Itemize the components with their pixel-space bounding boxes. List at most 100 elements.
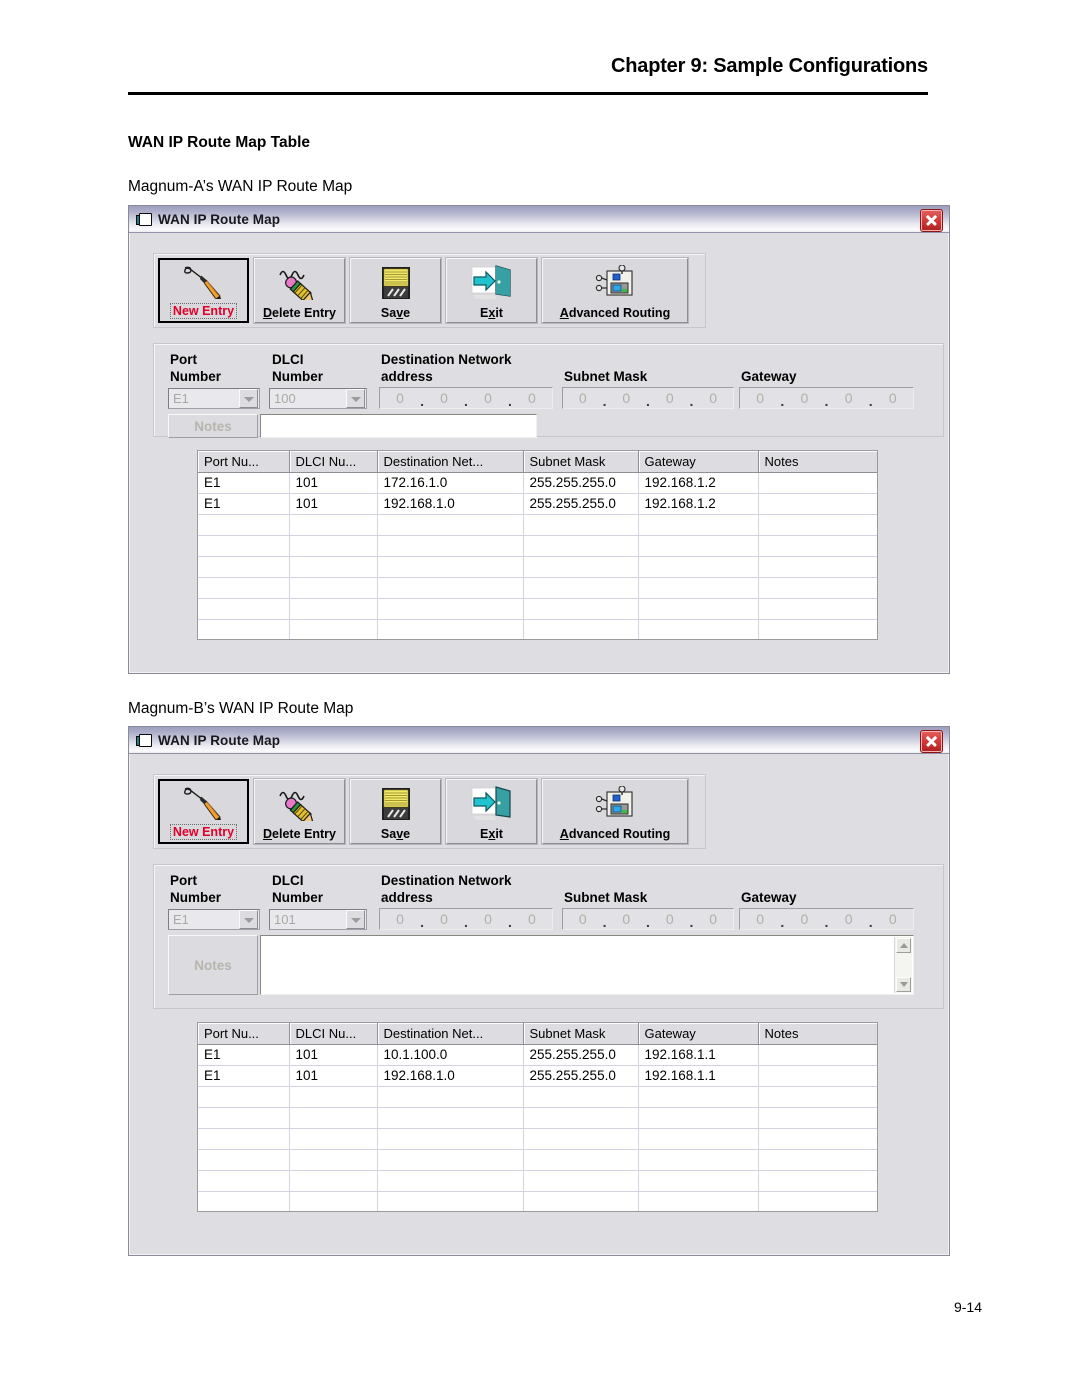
notes-label-a: Notes <box>168 414 258 438</box>
notes-textarea-b[interactable] <box>260 935 914 995</box>
destination-network-input-a[interactable]: 0. 0. 0. 0 <box>379 387 553 409</box>
delete-entry-button-b[interactable]: Delete Entry <box>254 779 345 844</box>
chevron-down-icon[interactable] <box>346 389 365 408</box>
header-divider <box>128 92 928 95</box>
new-entry-button-b[interactable]: New Entry <box>158 779 249 844</box>
scroll-down-icon[interactable] <box>896 977 911 992</box>
advanced-routing-button-b[interactable]: Advanced Routing <box>542 779 688 844</box>
notes-scrollbar-b[interactable] <box>894 937 912 993</box>
table-row-empty[interactable] <box>198 1191 877 1211</box>
notes-input-a[interactable] <box>260 414 537 438</box>
cell-dlci: 101 <box>289 1044 378 1066</box>
entry-form-group-b: Port Number DLCI Number Destination Networ… <box>153 864 944 1009</box>
cell-dlci <box>289 1191 378 1211</box>
scroll-up-icon[interactable] <box>896 938 911 953</box>
cell-notes <box>758 1107 877 1129</box>
cell-gateway <box>638 1170 759 1192</box>
table-row-empty[interactable] <box>198 619 877 639</box>
toolbar-b: New Entry Delete Entry Save Exit Advance… <box>154 775 705 848</box>
col-subnet-mask[interactable]: Subnet Mask <box>523 451 639 473</box>
table-row-empty[interactable] <box>198 556 877 578</box>
col-subnet-mask[interactable]: Subnet Mask <box>523 1023 639 1045</box>
floppy-disk-save-icon <box>351 780 440 827</box>
col-gateway[interactable]: Gateway <box>638 451 759 473</box>
save-button-a[interactable]: Save <box>350 258 441 323</box>
cell-destination: 10.1.100.0 <box>377 1044 524 1066</box>
table-row[interactable]: E1 101 192.168.1.0 255.255.255.0 192.168.1.2 <box>198 493 877 515</box>
cell-gateway <box>638 1086 759 1108</box>
subnet-mask-input-b[interactable]: 0. 0. 0. 0 <box>562 908 734 930</box>
route-grid-b[interactable]: Port Nu... DLCI Nu... Destination Net...… <box>197 1022 878 1212</box>
table-row-empty[interactable] <box>198 1149 877 1171</box>
grid-body-b: E1 101 10.1.100.0 255.255.255.0 192.168.1.1 E… <box>198 1044 877 1211</box>
cell-subnet <box>523 577 639 599</box>
cell-destination: 192.168.1.0 <box>377 493 524 515</box>
close-icon[interactable] <box>920 730 943 753</box>
chevron-down-icon[interactable] <box>239 389 258 408</box>
table-row-empty[interactable] <box>198 598 877 620</box>
caption-magnum-a: Magnum-A’s WAN IP Route Map <box>128 178 353 195</box>
entry-form-group-a: Port Number DLCI Number Destination Networ… <box>153 343 944 438</box>
cell-notes <box>758 1170 877 1192</box>
cell-subnet <box>523 556 639 578</box>
port-number-select-a[interactable]: E1 <box>168 388 260 409</box>
subnet-mask-input-a[interactable]: 0. 0. 0. 0 <box>562 387 734 409</box>
table-row-empty[interactable] <box>198 514 877 536</box>
cell-port <box>198 619 290 639</box>
save-button-b[interactable]: Save <box>350 779 441 844</box>
chevron-down-icon[interactable] <box>239 910 258 929</box>
page-title: WAN IP Route Map Table <box>128 134 310 151</box>
cell-subnet <box>523 1086 639 1108</box>
dlci-number-select-b[interactable]: 101 <box>269 909 367 930</box>
table-row-empty[interactable] <box>198 577 877 599</box>
new-entry-button-a[interactable]: New Entry <box>158 258 249 323</box>
table-row[interactable]: E1 101 192.168.1.0 255.255.255.0 192.168.1.1 <box>198 1065 877 1087</box>
delete-entry-button-a[interactable]: Delete Entry <box>254 258 345 323</box>
destination-network-label-b: Destination Network address <box>381 873 512 905</box>
table-row[interactable]: E1 101 172.16.1.0 255.255.255.0 192.168.1.2 <box>198 472 877 494</box>
col-destination-network[interactable]: Destination Net... <box>377 1023 524 1045</box>
route-table-b: Port Nu... DLCI Nu... Destination Net...… <box>198 1023 877 1211</box>
delete-entry-label-b: Delete Entry <box>263 827 336 841</box>
chevron-down-icon[interactable] <box>346 910 365 929</box>
route-grid-a[interactable]: Port Nu... DLCI Nu... Destination Net...… <box>197 450 878 640</box>
table-row-empty[interactable] <box>198 1086 877 1108</box>
col-notes[interactable]: Notes <box>758 451 877 473</box>
cell-notes <box>758 514 877 536</box>
col-gateway[interactable]: Gateway <box>638 1023 759 1045</box>
table-row-empty[interactable] <box>198 535 877 557</box>
gateway-input-b[interactable]: 0. 0. 0. 0 <box>739 908 914 930</box>
titlebar-a: WAN IP Route Map <box>129 206 949 233</box>
gateway-label-a: Gateway <box>741 369 797 384</box>
cell-destination: 172.16.1.0 <box>377 472 524 494</box>
col-port-number[interactable]: Port Nu... <box>198 451 290 473</box>
dlci-number-select-a[interactable]: 100 <box>269 388 367 409</box>
exit-button-b[interactable]: Exit <box>446 779 537 844</box>
cell-dlci <box>289 619 378 639</box>
wan-ip-route-map-window-a: WAN IP Route Map New Entry Delete Entry … <box>128 205 950 674</box>
cell-destination <box>377 1149 524 1171</box>
table-row-empty[interactable] <box>198 1107 877 1129</box>
table-row[interactable]: E1 101 10.1.100.0 255.255.255.0 192.168.1.1 <box>198 1044 877 1066</box>
col-port-number[interactable]: Port Nu... <box>198 1023 290 1045</box>
port-number-select-b[interactable]: E1 <box>168 909 260 930</box>
col-notes[interactable]: Notes <box>758 1023 877 1045</box>
cell-port <box>198 535 290 557</box>
door-exit-icon <box>447 259 536 306</box>
cell-notes <box>758 493 877 515</box>
cell-port <box>198 1149 290 1171</box>
destination-network-input-b[interactable]: 0. 0. 0. 0 <box>379 908 553 930</box>
route-table-a: Port Nu... DLCI Nu... Destination Net...… <box>198 451 877 639</box>
table-row-empty[interactable] <box>198 1128 877 1150</box>
gateway-input-a[interactable]: 0. 0. 0. 0 <box>739 387 914 409</box>
col-destination-network[interactable]: Destination Net... <box>377 451 524 473</box>
cell-dlci <box>289 535 378 557</box>
advanced-routing-button-a[interactable]: Advanced Routing <box>542 258 688 323</box>
cell-gateway: 192.168.1.2 <box>638 472 759 494</box>
close-icon[interactable] <box>920 209 943 232</box>
exit-button-a[interactable]: Exit <box>446 258 537 323</box>
col-dlci-number[interactable]: DLCI Nu... <box>289 1023 378 1045</box>
cell-gateway <box>638 619 759 639</box>
col-dlci-number[interactable]: DLCI Nu... <box>289 451 378 473</box>
table-row-empty[interactable] <box>198 1170 877 1192</box>
